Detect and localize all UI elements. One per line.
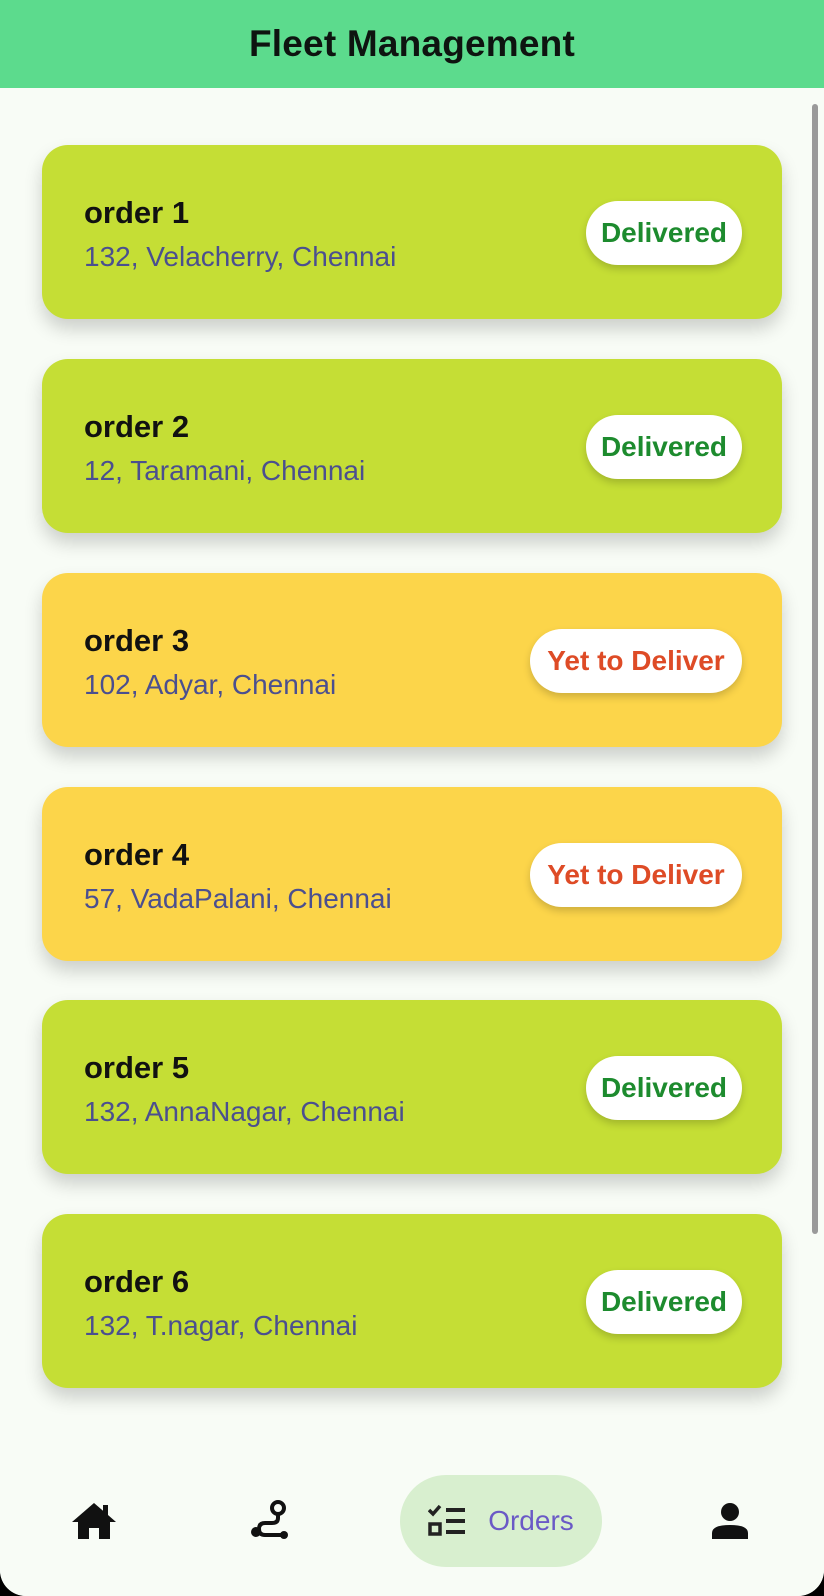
status-badge: Delivered	[586, 415, 742, 479]
order-title: order 6	[84, 1264, 190, 1299]
app-bar: Fleet Management	[0, 0, 824, 88]
order-card[interactable]: order 6 132, T.nagar, Chennai Delivered	[42, 1214, 782, 1388]
bottom-nav: Orders	[0, 1453, 824, 1596]
order-address: 132, AnnaNagar, Chennai	[84, 1096, 405, 1127]
checklist-icon	[428, 1504, 466, 1536]
order-title: order 2	[84, 409, 190, 444]
order-address: 12, Taramani, Chennai	[84, 455, 366, 486]
orders-list[interactable]: order 1 132, Velacherry, Chennai Deliver…	[0, 88, 824, 1453]
order-address: 132, Velacherry, Chennai	[84, 241, 397, 272]
order-card[interactable]: order 4 57, VadaPalani, Chennai Yet to D…	[42, 787, 782, 961]
order-address: 132, T.nagar, Chennai	[84, 1310, 358, 1341]
order-title: order 5	[84, 1050, 190, 1085]
nav-orders-button[interactable]: Orders	[400, 1475, 602, 1567]
status-badge: Delivered	[586, 201, 742, 265]
home-icon	[72, 1503, 116, 1539]
order-title: order 1	[84, 195, 190, 230]
order-address: 102, Adyar, Chennai	[84, 669, 337, 700]
order-card[interactable]: order 2 12, Taramani, Chennai Delivered	[42, 359, 782, 533]
status-badge: Yet to Deliver	[530, 629, 742, 693]
nav-orders-label: Orders	[488, 1505, 574, 1536]
order-title: order 4	[84, 837, 190, 872]
order-address: 57, VadaPalani, Chennai	[84, 883, 392, 914]
order-card[interactable]: order 5 132, AnnaNagar, Chennai Delivere…	[42, 1000, 782, 1174]
scrollbar[interactable]	[812, 104, 818, 1234]
person-icon	[712, 1503, 748, 1539]
page-title: Fleet Management	[249, 23, 575, 64]
order-card[interactable]: order 3 102, Adyar, Chennai Yet to Deliv…	[42, 573, 782, 747]
status-badge: Delivered	[586, 1270, 742, 1334]
nav-profile-button[interactable]	[688, 1475, 772, 1567]
nav-route-button[interactable]	[228, 1475, 312, 1567]
status-badge: Yet to Deliver	[530, 843, 742, 907]
app-screen: Fleet Management order 1 132, Velacherry…	[0, 0, 824, 1596]
order-card[interactable]: order 1 132, Velacherry, Chennai Deliver…	[42, 145, 782, 319]
nav-home-button[interactable]	[52, 1475, 136, 1567]
status-badge: Delivered	[586, 1056, 742, 1120]
order-title: order 3	[84, 623, 190, 658]
route-icon	[251, 1500, 288, 1539]
